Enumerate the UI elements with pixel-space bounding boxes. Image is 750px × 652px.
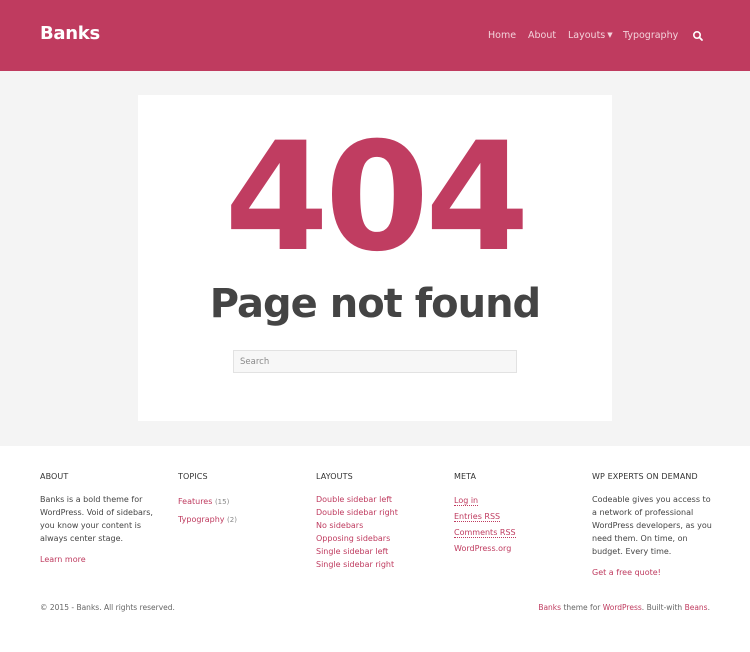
error-code: 404 bbox=[224, 111, 529, 285]
wordpress-link[interactable]: WordPress bbox=[603, 603, 642, 612]
footer-widgets: About Banks is a bold theme for WordPres… bbox=[0, 446, 750, 596]
site-header: Banks Home About Layouts ▼ Typography bbox=[0, 0, 750, 71]
banks-theme-link[interactable]: Banks bbox=[538, 603, 561, 612]
free-quote-link[interactable]: Get a free quote! bbox=[592, 568, 714, 577]
layout-link[interactable]: Single sidebar right bbox=[316, 560, 394, 569]
nav-layouts-label: Layouts bbox=[568, 30, 606, 41]
page-title: Page not found bbox=[209, 281, 541, 327]
layout-link[interactable]: Single sidebar left bbox=[316, 547, 388, 556]
list-item: Features (15) bbox=[178, 493, 308, 511]
widget-heading: Topics bbox=[178, 472, 208, 481]
list-item: Double sidebar right bbox=[316, 506, 446, 519]
bottom-bar: © 2015 - Banks. All rights reserved. Ban… bbox=[0, 600, 750, 620]
widget-heading: About bbox=[40, 472, 69, 481]
topic-count: (15) bbox=[214, 498, 230, 506]
list-item: Entries RSS bbox=[454, 509, 584, 525]
nav-home[interactable]: Home bbox=[488, 30, 516, 41]
copyright-text: © 2015 - Banks. All rights reserved. bbox=[40, 603, 175, 612]
widget-topics: Topics Features (15) Typography (2) bbox=[178, 472, 308, 529]
list-item: Single sidebar left bbox=[316, 545, 446, 558]
widget-layouts: Layouts Double sidebar left Double sideb… bbox=[316, 472, 446, 571]
list-item: Log in bbox=[454, 493, 584, 509]
list-item: WordPress.org bbox=[454, 541, 584, 557]
beans-link[interactable]: Beans bbox=[685, 603, 708, 612]
credits-text: . bbox=[707, 603, 710, 612]
main-nav: Home About Layouts ▼ Typography bbox=[0, 30, 750, 44]
experts-text: Codeable gives you access to a network o… bbox=[592, 495, 712, 556]
meta-list: Log in Entries RSS Comments RSS WordPres… bbox=[454, 493, 584, 557]
nav-layouts[interactable]: Layouts ▼ bbox=[568, 30, 613, 41]
widget-heading: Meta bbox=[454, 472, 477, 481]
list-item: Opposing sidebars bbox=[316, 532, 446, 545]
list-item: Comments RSS bbox=[454, 525, 584, 541]
list-item: Single sidebar right bbox=[316, 558, 446, 571]
widget-meta: Meta Log in Entries RSS Comments RSS Wor… bbox=[454, 472, 584, 557]
layouts-list: Double sidebar left Double sidebar right… bbox=[316, 493, 446, 571]
widget-about: About Banks is a bold theme for WordPres… bbox=[40, 472, 170, 564]
login-link[interactable]: Log in bbox=[454, 496, 479, 506]
topic-link[interactable]: Features bbox=[178, 497, 212, 506]
search-input[interactable] bbox=[233, 350, 517, 373]
layout-link[interactable]: Double sidebar right bbox=[316, 508, 398, 517]
credits: Banks theme for WordPress. Built-with Be… bbox=[538, 603, 710, 612]
topics-list: Features (15) Typography (2) bbox=[178, 493, 308, 529]
widget-heading: WP Experts on Demand bbox=[592, 472, 698, 481]
topic-link[interactable]: Typography bbox=[178, 515, 225, 524]
error-card: 404 Page not found bbox=[138, 95, 612, 421]
entries-rss-link[interactable]: Entries RSS bbox=[454, 512, 501, 522]
credits-text: . Built-with bbox=[641, 603, 685, 612]
layout-link[interactable]: Opposing sidebars bbox=[316, 534, 390, 543]
layout-link[interactable]: Double sidebar left bbox=[316, 495, 392, 504]
search-icon[interactable] bbox=[692, 30, 704, 42]
list-item: Typography (2) bbox=[178, 511, 308, 529]
list-item: Double sidebar left bbox=[316, 493, 446, 506]
list-item: No sidebars bbox=[316, 519, 446, 532]
widget-experts: WP Experts on Demand Codeable gives you … bbox=[592, 472, 714, 577]
nav-typography[interactable]: Typography bbox=[623, 30, 678, 41]
topic-count: (2) bbox=[227, 516, 237, 524]
layout-link[interactable]: No sidebars bbox=[316, 521, 363, 530]
about-text: Banks is a bold theme for WordPress. Voi… bbox=[40, 495, 153, 543]
learn-more-link[interactable]: Learn more bbox=[40, 555, 170, 564]
caret-down-icon: ▼ bbox=[607, 31, 613, 39]
credits-text: theme for bbox=[561, 603, 603, 612]
nav-about[interactable]: About bbox=[528, 30, 556, 41]
wordpress-org-link[interactable]: WordPress.org bbox=[454, 544, 511, 553]
widget-heading: Layouts bbox=[316, 472, 353, 481]
comments-rss-link[interactable]: Comments RSS bbox=[454, 528, 516, 538]
main-content: 404 Page not found bbox=[0, 71, 750, 446]
